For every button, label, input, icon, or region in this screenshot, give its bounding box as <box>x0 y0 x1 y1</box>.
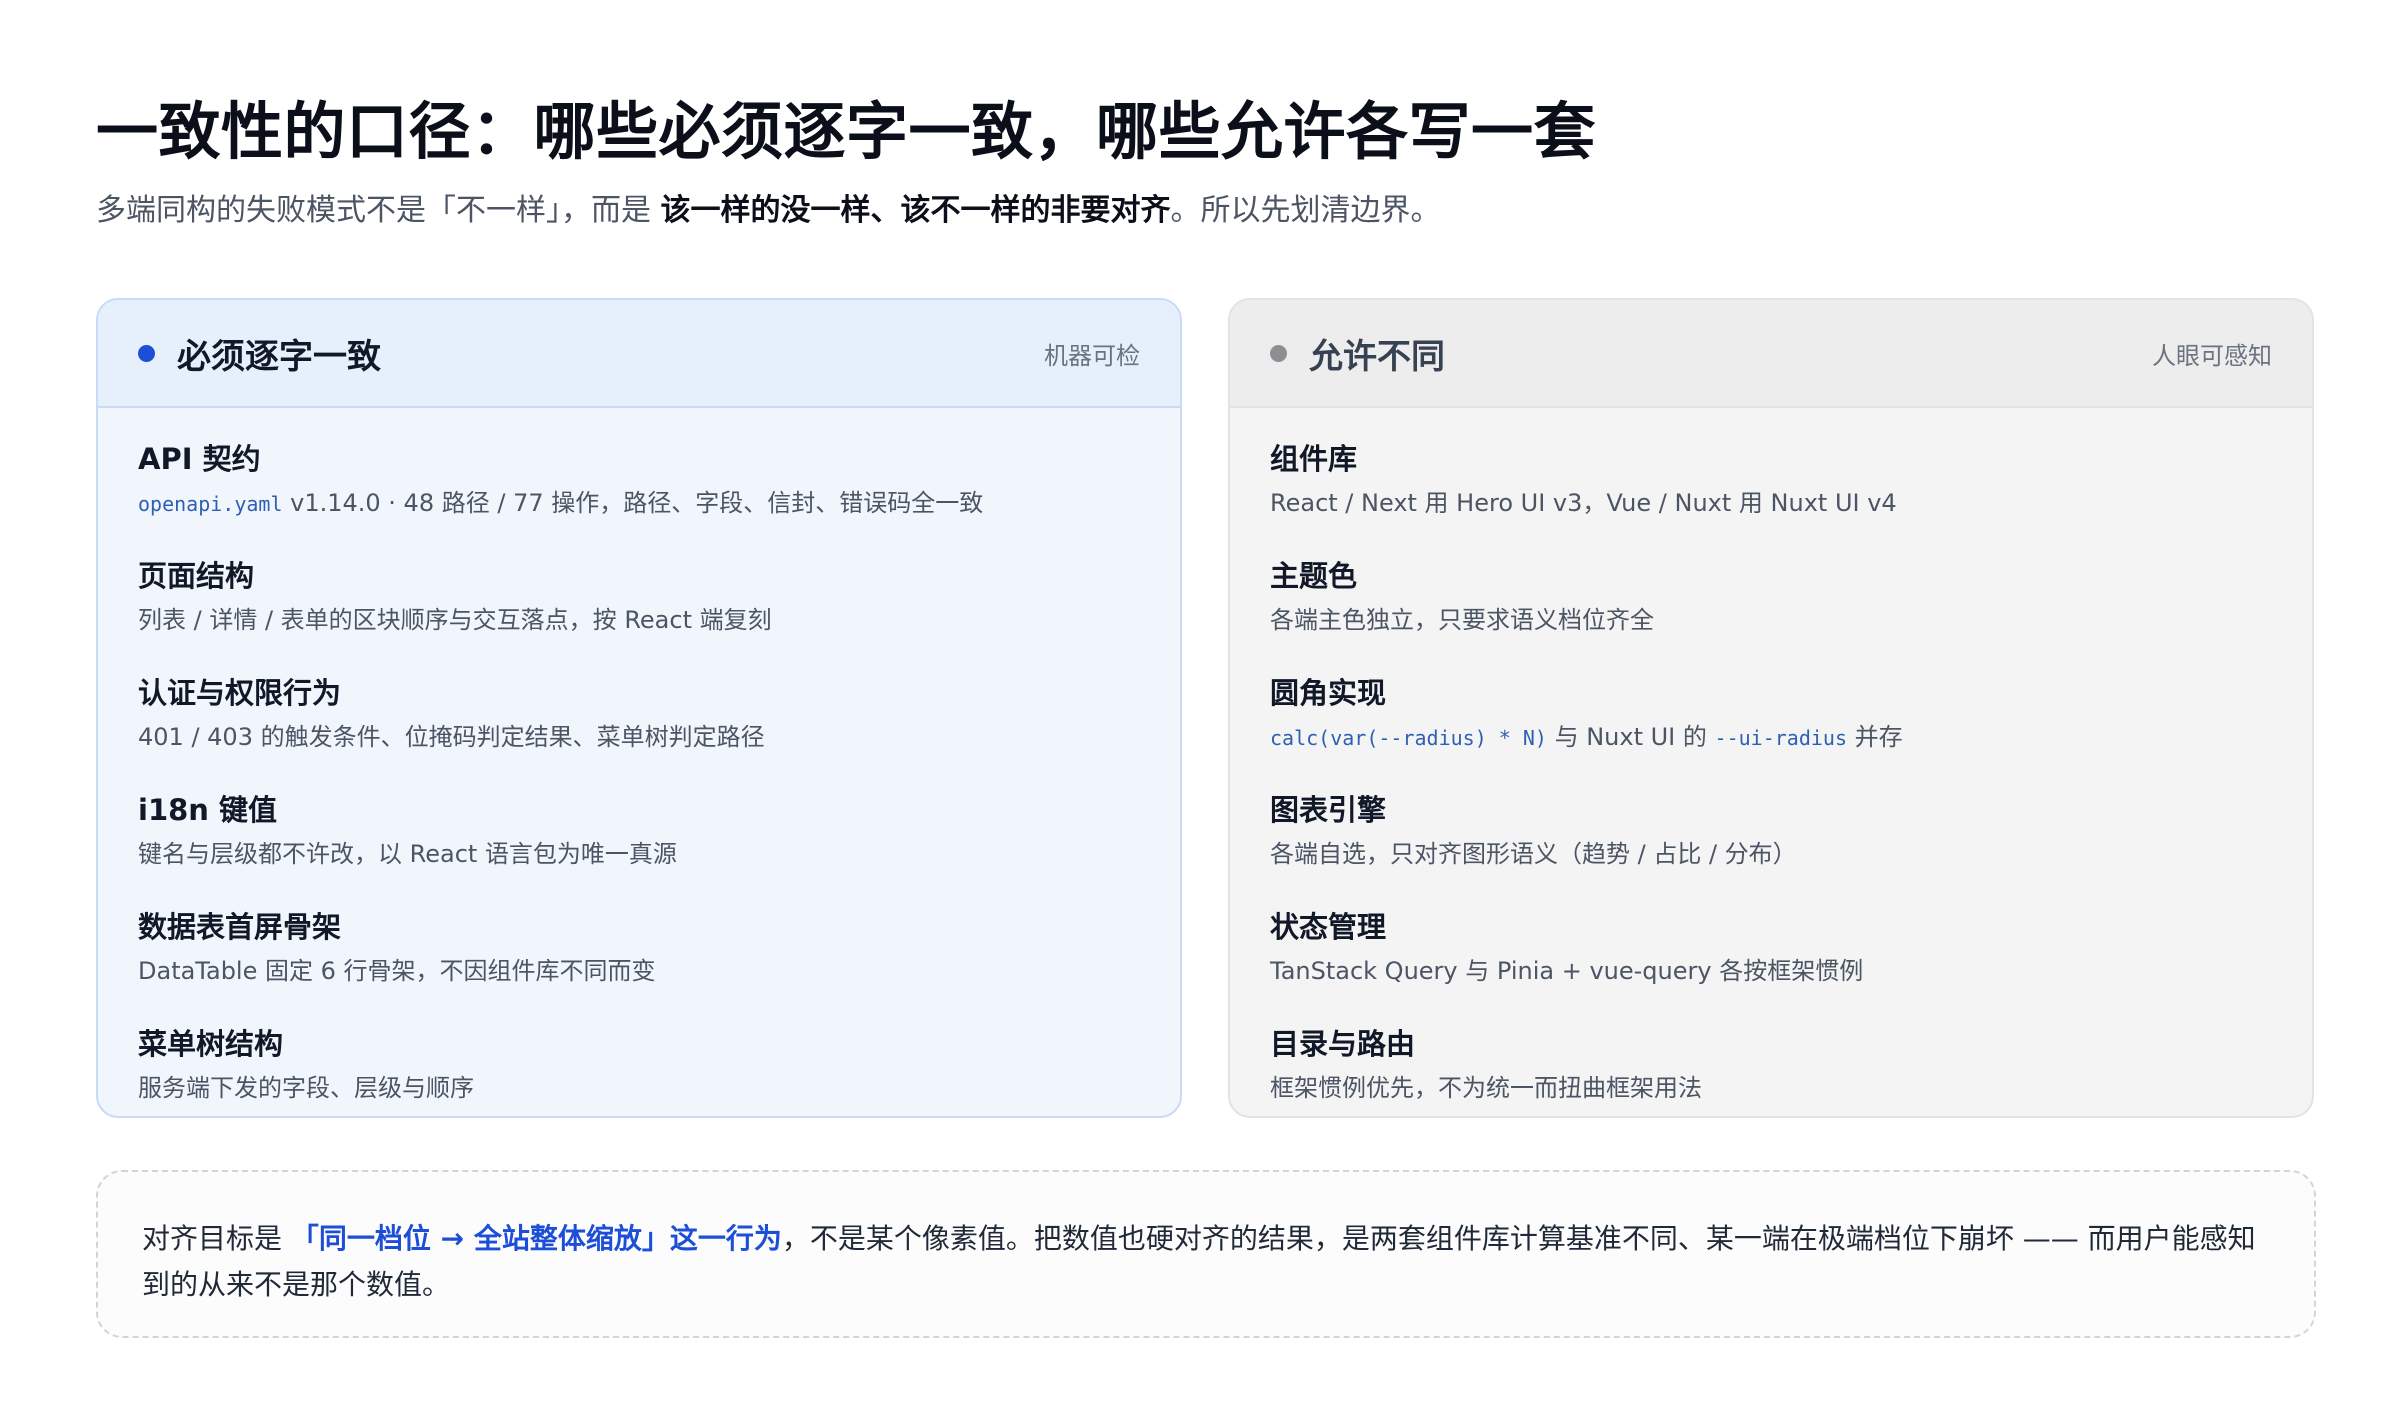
item-title: 数据表首屏骨架 <box>138 910 342 944</box>
may-differ-card: 允许不同 人眼可感知 组件库 React / Next 用 Hero UI v3… <box>1228 298 2314 1118</box>
blue-dot-icon <box>138 344 155 362</box>
list-item-auth-permissions: 认证与权限行为 401 / 403 的触发条件、位掩码判定结果、菜单树判定路径 <box>138 672 1140 787</box>
code-snippet: openapi.yaml <box>138 492 283 516</box>
code-snippet: --ui-radius <box>1714 726 1847 750</box>
item-description: 列表 / 详情 / 表单的区块顺序与交互落点，按 React 端复刻 <box>138 606 772 634</box>
list-item-state-management: 状态管理 TanStack Query 与 Pinia + vue-query … <box>1270 906 2272 1021</box>
may-differ-card-tag: 人眼可感知 <box>2152 341 2272 370</box>
list-item-directory-routing: 目录与路由 框架惯例优先，不为统一而扭曲框架用法 <box>1270 1023 2272 1116</box>
item-description: React / Next 用 Hero UI v3，Vue / Nuxt 用 N… <box>1270 489 1897 517</box>
item-title: 图表引擎 <box>1270 793 1387 827</box>
item-description: openapi.yaml v1.14.0 · 48 路径 / 77 操作，路径、… <box>138 480 1140 527</box>
subtitle-emphasis: 该一样的没一样、该不一样的非要对齐 <box>660 193 1171 228</box>
item-title: 页面结构 <box>138 559 255 593</box>
item-description-text: 并存 <box>1846 723 1903 751</box>
item-title: 状态管理 <box>1270 910 1387 944</box>
page-subtitle: 多端同构的失败模式不是「不一样」，而是 该一样的没一样、该不一样的非要对齐。所以… <box>96 188 1441 234</box>
must-match-card-tag: 机器可检 <box>1044 341 1140 370</box>
may-differ-list: 组件库 React / Next 用 Hero UI v3，Vue / Nuxt… <box>1230 408 2312 1116</box>
list-item-radius-impl: 圆角实现 calc(var(--radius) * N) 与 Nuxt UI 的… <box>1270 672 2272 787</box>
subtitle-text-start: 多端同构的失败模式不是「不一样」，而是 <box>96 193 661 228</box>
item-description: 各端自选，只对齐图形语义（趋势 / 占比 / 分布） <box>1270 840 1797 868</box>
list-item-theme-color: 主题色 各端主色独立，只要求语义档位齐全 <box>1270 555 2272 670</box>
must-match-card: 必须逐字一致 机器可检 API 契约 openapi.yaml v1.14.0 … <box>96 298 1182 1118</box>
item-title: 目录与路由 <box>1270 1027 1416 1061</box>
item-description: 服务端下发的字段、层级与顺序 <box>138 1074 474 1102</box>
item-title: i18n 键值 <box>138 793 278 827</box>
item-title: 圆角实现 <box>1270 676 1387 710</box>
item-description: 各端主色独立，只要求语义档位齐全 <box>1270 606 1654 634</box>
subtitle-text-end: 。所以先划清边界。 <box>1170 193 1441 228</box>
must-match-card-header: 必须逐字一致 机器可检 <box>98 300 1180 408</box>
item-description: TanStack Query 与 Pinia + vue-query 各按框架惯… <box>1270 957 1864 985</box>
list-item-menu-tree: 菜单树结构 服务端下发的字段、层级与顺序 <box>138 1023 1140 1116</box>
item-description: DataTable 固定 6 行骨架，不因组件库不同而变 <box>138 957 656 985</box>
list-item-component-library: 组件库 React / Next 用 Hero UI v3，Vue / Nuxt… <box>1270 438 2272 553</box>
item-description: 框架惯例优先，不为统一而扭曲框架用法 <box>1270 1074 1702 1102</box>
list-item-page-structure: 页面结构 列表 / 详情 / 表单的区块顺序与交互落点，按 React 端复刻 <box>138 555 1140 670</box>
item-title: 主题色 <box>1270 559 1358 593</box>
item-description: 键名与层级都不许改，以 React 语言包为唯一真源 <box>138 840 677 868</box>
list-item-api-contract: API 契约 openapi.yaml v1.14.0 · 48 路径 / 77… <box>138 438 1140 553</box>
may-differ-card-title: 允许不同 <box>1309 336 1445 377</box>
must-match-card-heading: 必须逐字一致 <box>138 329 381 378</box>
alignment-goal-callout: 对齐目标是 「同一档位 → 全站整体缩放」这一行为，不是某个像素值。把数值也硬对… <box>96 1170 2316 1338</box>
item-description-text: v1.14.0 · 48 路径 / 77 操作，路径、字段、信封、错误码全一致 <box>282 489 984 517</box>
item-title: 菜单树结构 <box>138 1027 284 1061</box>
item-title: 认证与权限行为 <box>138 676 342 710</box>
item-title: 组件库 <box>1270 442 1358 476</box>
must-match-list: API 契约 openapi.yaml v1.14.0 · 48 路径 / 77… <box>98 408 1180 1116</box>
gray-dot-icon <box>1270 344 1287 362</box>
may-differ-card-heading: 允许不同 <box>1270 329 1445 378</box>
item-description: calc(var(--radius) * N) 与 Nuxt UI 的 --ui… <box>1270 714 2272 761</box>
callout-highlight: 「同一档位 → 全站整体缩放」这一行为 <box>290 1222 782 1255</box>
item-description-text: 与 Nuxt UI 的 <box>1546 723 1715 751</box>
callout-text-start: 对齐目标是 <box>142 1222 291 1255</box>
list-item-chart-engine: 图表引擎 各端自选，只对齐图形语义（趋势 / 占比 / 分布） <box>1270 789 2272 904</box>
list-item-i18n-keys: i18n 键值 键名与层级都不许改，以 React 语言包为唯一真源 <box>138 789 1140 904</box>
list-item-table-skeleton: 数据表首屏骨架 DataTable 固定 6 行骨架，不因组件库不同而变 <box>138 906 1140 1021</box>
item-description: 401 / 403 的触发条件、位掩码判定结果、菜单树判定路径 <box>138 723 765 751</box>
must-match-card-title: 必须逐字一致 <box>177 336 381 377</box>
page-title: 一致性的口径：哪些必须逐字一致，哪些允许各写一套 <box>96 95 1597 168</box>
code-snippet: calc(var(--radius) * N) <box>1270 726 1547 750</box>
item-title: API 契约 <box>138 442 261 476</box>
may-differ-card-header: 允许不同 人眼可感知 <box>1230 300 2312 408</box>
